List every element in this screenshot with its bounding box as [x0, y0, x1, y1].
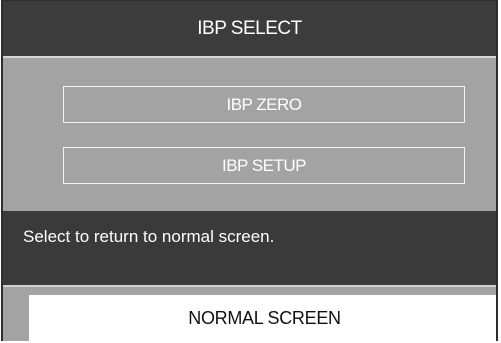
dialog-title: IBP SELECT: [3, 1, 496, 58]
help-message-text: Select to return to normal screen.: [23, 227, 275, 246]
ibp-setup-button[interactable]: IBP SETUP: [63, 147, 465, 184]
ibp-zero-button[interactable]: IBP ZERO: [63, 86, 465, 123]
help-message-panel: Select to return to normal screen.: [3, 211, 496, 287]
normal-screen-button[interactable]: NORMAL SCREEN: [29, 295, 496, 341]
ibp-select-dialog: IBP SELECT IBP ZERO IBP SETUP Select to …: [1, 0, 498, 341]
